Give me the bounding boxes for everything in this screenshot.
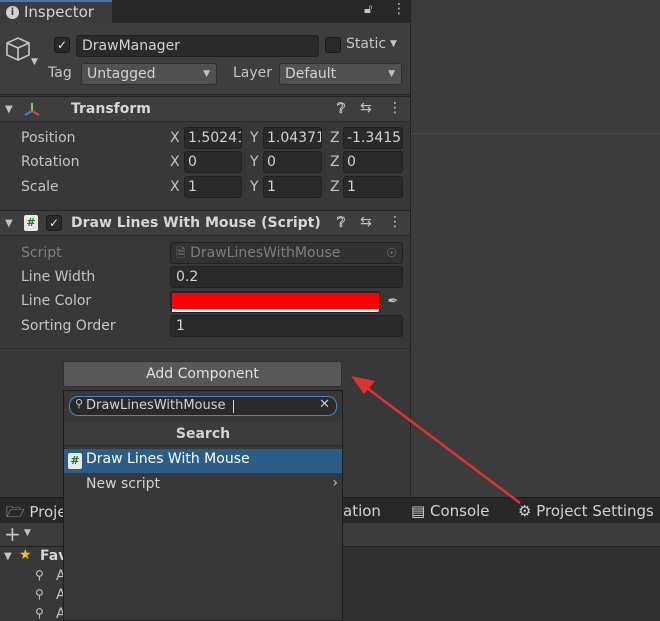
annotation-arrow xyxy=(351,376,521,504)
